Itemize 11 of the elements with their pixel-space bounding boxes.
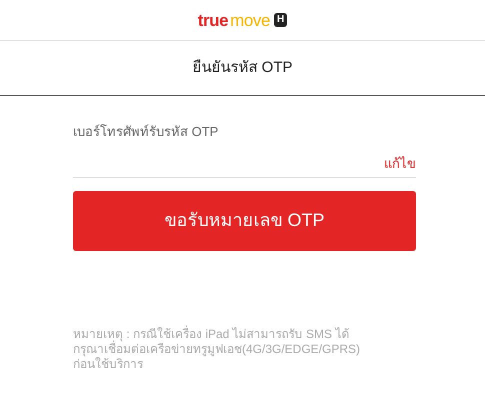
logo-text: true bbox=[198, 12, 228, 28]
request-otp-button[interactable]: ขอรับหมายเลข OTP bbox=[73, 190, 416, 250]
page-title: ยืนยันรหัส OTP bbox=[192, 58, 292, 78]
phone-input-field[interactable]: แก้ไข bbox=[73, 154, 416, 178]
note-line: หมายเหตุ : กรณีใช้เครื่อง iPad ไม่สามารถรับ SMS ได้ bbox=[73, 326, 350, 342]
note-line: กรุณาเชื่อมต่อเครือข่ายทรูมูฟเอช(4G/3G/EDGE/GPRS) bbox=[73, 342, 362, 356]
logo-badge: H bbox=[274, 13, 288, 27]
edit-link[interactable]: แก้ไข bbox=[384, 154, 416, 173]
note-line: ก่อนใช้บริการ bbox=[73, 356, 144, 372]
field-label: เบอร์โทรศัพท์รับรหัส OTP bbox=[73, 123, 220, 141]
logo-text: move bbox=[230, 12, 270, 28]
